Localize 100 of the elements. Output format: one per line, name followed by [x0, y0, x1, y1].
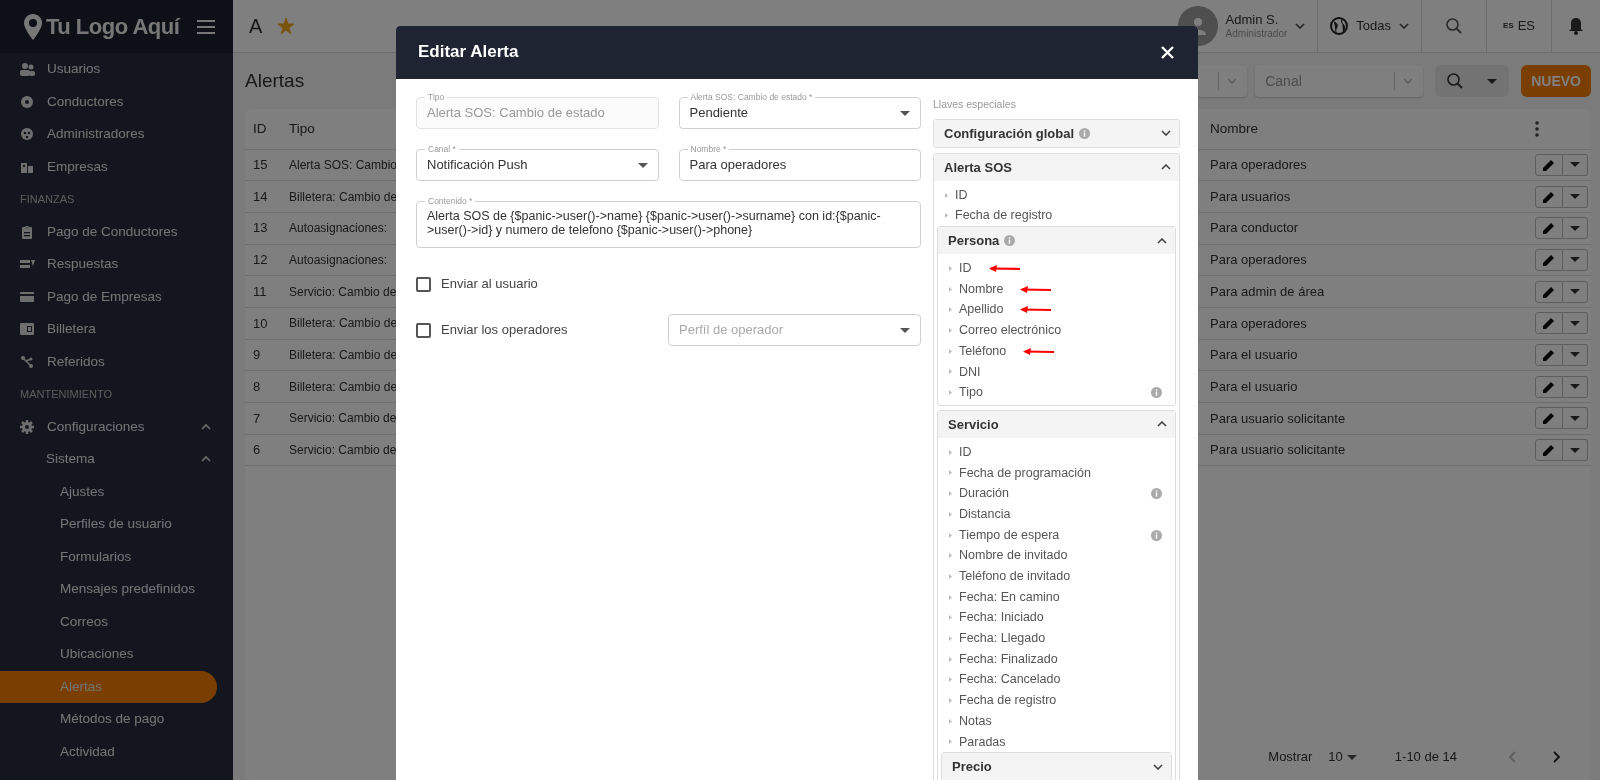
edit-button[interactable]	[1535, 407, 1563, 430]
bullet-icon	[949, 677, 952, 683]
field-label: Nombre *	[687, 143, 730, 155]
edit-button[interactable]	[1535, 439, 1563, 462]
key-item[interactable]: DNI	[941, 361, 1172, 383]
key-item[interactable]: Nombre	[941, 278, 1172, 300]
dropdown-button[interactable]	[1563, 439, 1588, 462]
nav-item[interactable]: Pago de Conductores	[0, 215, 233, 248]
key-item[interactable]: Notas	[941, 710, 1172, 732]
caret-icon	[900, 110, 910, 116]
accordion-header[interactable]: Precio	[942, 753, 1171, 780]
nav-item[interactable]: Referidos	[0, 345, 233, 378]
edit-button[interactable]	[1535, 248, 1563, 271]
dropdown-button[interactable]	[1563, 312, 1588, 335]
scope-menu[interactable]: Todas	[1317, 0, 1421, 53]
caret-icon	[1570, 225, 1580, 231]
table-cell: Billetera: Cambio de	[289, 379, 398, 394]
dropdown-button[interactable]	[1563, 185, 1588, 208]
key-item[interactable]: Tiempo de espera	[941, 524, 1172, 546]
edit-button[interactable]	[1535, 153, 1563, 176]
edit-button[interactable]	[1535, 280, 1563, 303]
key-item[interactable]: Fecha de registro	[941, 690, 1172, 711]
nav-item[interactable]: Usuarios	[0, 53, 233, 86]
nav-item[interactable]: Perfiles de usuario	[0, 508, 233, 541]
more-icon[interactable]	[1535, 120, 1539, 137]
search-button[interactable]	[1435, 65, 1476, 97]
nav-item[interactable]: Ubicaciones	[0, 638, 233, 671]
edit-button[interactable]	[1535, 343, 1563, 366]
menu-icon[interactable]	[197, 19, 215, 34]
pencil-icon	[1543, 285, 1555, 298]
pencil-icon	[1543, 222, 1555, 235]
language-menu[interactable]: ES ES	[1486, 0, 1551, 53]
bullet-icon	[949, 369, 952, 375]
key-item[interactable]: Teléfono de invitado	[941, 566, 1172, 587]
nav-item[interactable]: Ajustes	[0, 475, 233, 508]
key-item[interactable]: Fecha: Finalizado	[941, 648, 1172, 670]
nav-item[interactable]: Configuraciones	[0, 410, 233, 443]
edit-button[interactable]	[1535, 217, 1563, 240]
nav-item[interactable]: Actividad	[0, 735, 233, 768]
nav-item[interactable]: Sistema	[0, 443, 233, 476]
key-item[interactable]: ID	[941, 441, 1172, 463]
nav-item[interactable]: Pago de Empresas	[0, 280, 233, 313]
accordion-header[interactable]: Persona	[938, 227, 1175, 255]
nav-item[interactable]: Respuestas	[0, 248, 233, 281]
checkbox[interactable]	[416, 322, 431, 338]
star-icon[interactable]	[278, 18, 295, 34]
chevron-down-icon	[1399, 23, 1409, 29]
key-item[interactable]: Fecha: Iniciado	[941, 607, 1172, 629]
table-cell: Billetera: Cambio de	[289, 316, 398, 331]
bullet-icon	[949, 615, 952, 621]
checkbox-option[interactable]: Enviar al usuario	[416, 274, 668, 294]
key-item[interactable]: ID	[941, 258, 1172, 279]
chevron-right-icon[interactable]	[1553, 751, 1561, 763]
dropdown-button[interactable]	[1563, 375, 1588, 398]
key-item[interactable]: Teléfono	[941, 340, 1172, 362]
key-item[interactable]: Paradas	[941, 731, 1172, 753]
key-item[interactable]: Apellido	[941, 299, 1172, 321]
pencil-icon	[1543, 253, 1555, 266]
column-header: Nombre	[1202, 109, 1527, 149]
pin-icon	[24, 13, 42, 40]
dropdown-button[interactable]	[1563, 217, 1588, 240]
edit-button[interactable]	[1535, 375, 1563, 398]
key-item[interactable]: Distancia	[941, 504, 1172, 525]
page-size-select[interactable]: 10	[1328, 747, 1357, 767]
dropdown-button[interactable]	[1563, 343, 1588, 366]
nav-item[interactable]: Conductores	[0, 85, 233, 118]
key-item[interactable]: Fecha: En camino	[941, 586, 1172, 608]
key-item[interactable]: Fecha: Cancelado	[941, 669, 1172, 691]
dropdown-button[interactable]	[1563, 153, 1588, 176]
key-item[interactable]: ID	[937, 184, 1176, 206]
edit-button[interactable]	[1535, 185, 1563, 208]
bell-icon[interactable]	[1568, 17, 1584, 35]
nav-item[interactable]: Billetera	[0, 313, 233, 346]
checkbox[interactable]	[416, 276, 431, 292]
nav-item[interactable]: Correos	[0, 605, 233, 638]
close-button[interactable]	[1159, 44, 1176, 61]
key-item[interactable]: Fecha de registro	[937, 205, 1176, 227]
key-item[interactable]: Nombre de invitado	[941, 545, 1172, 567]
nav-item[interactable]: Empresas	[0, 150, 233, 183]
dropdown-button[interactable]	[1563, 280, 1588, 303]
key-item[interactable]: Tipo	[941, 382, 1172, 403]
checkbox-option[interactable]: Enviar los operadores	[416, 320, 668, 340]
accordion-header[interactable]: Configuración global	[934, 119, 1179, 147]
search-icon[interactable]	[1446, 18, 1462, 34]
dropdown-button[interactable]	[1563, 407, 1588, 430]
card-icon	[20, 289, 35, 304]
key-item[interactable]: Correo electrónico	[941, 320, 1172, 341]
edit-button[interactable]	[1535, 312, 1563, 335]
nav-item[interactable]: Administradores	[0, 118, 233, 151]
nav-item[interactable]: Mensajes predefinidos	[0, 573, 233, 606]
nav-item[interactable]: Métodos de pago	[0, 703, 233, 736]
dropdown-button[interactable]	[1563, 248, 1588, 271]
key-item[interactable]: Duración	[941, 483, 1172, 504]
key-item[interactable]: Fecha de programación	[941, 462, 1172, 484]
flag-label: ES	[1503, 20, 1514, 32]
accordion-header[interactable]: Servicio	[938, 410, 1175, 438]
bullet-icon	[949, 328, 952, 334]
key-item[interactable]: Fecha: Llegado	[941, 628, 1172, 649]
nav-item[interactable]: Formularios	[0, 540, 233, 573]
accordion-header[interactable]: Alerta SOS	[934, 153, 1179, 181]
